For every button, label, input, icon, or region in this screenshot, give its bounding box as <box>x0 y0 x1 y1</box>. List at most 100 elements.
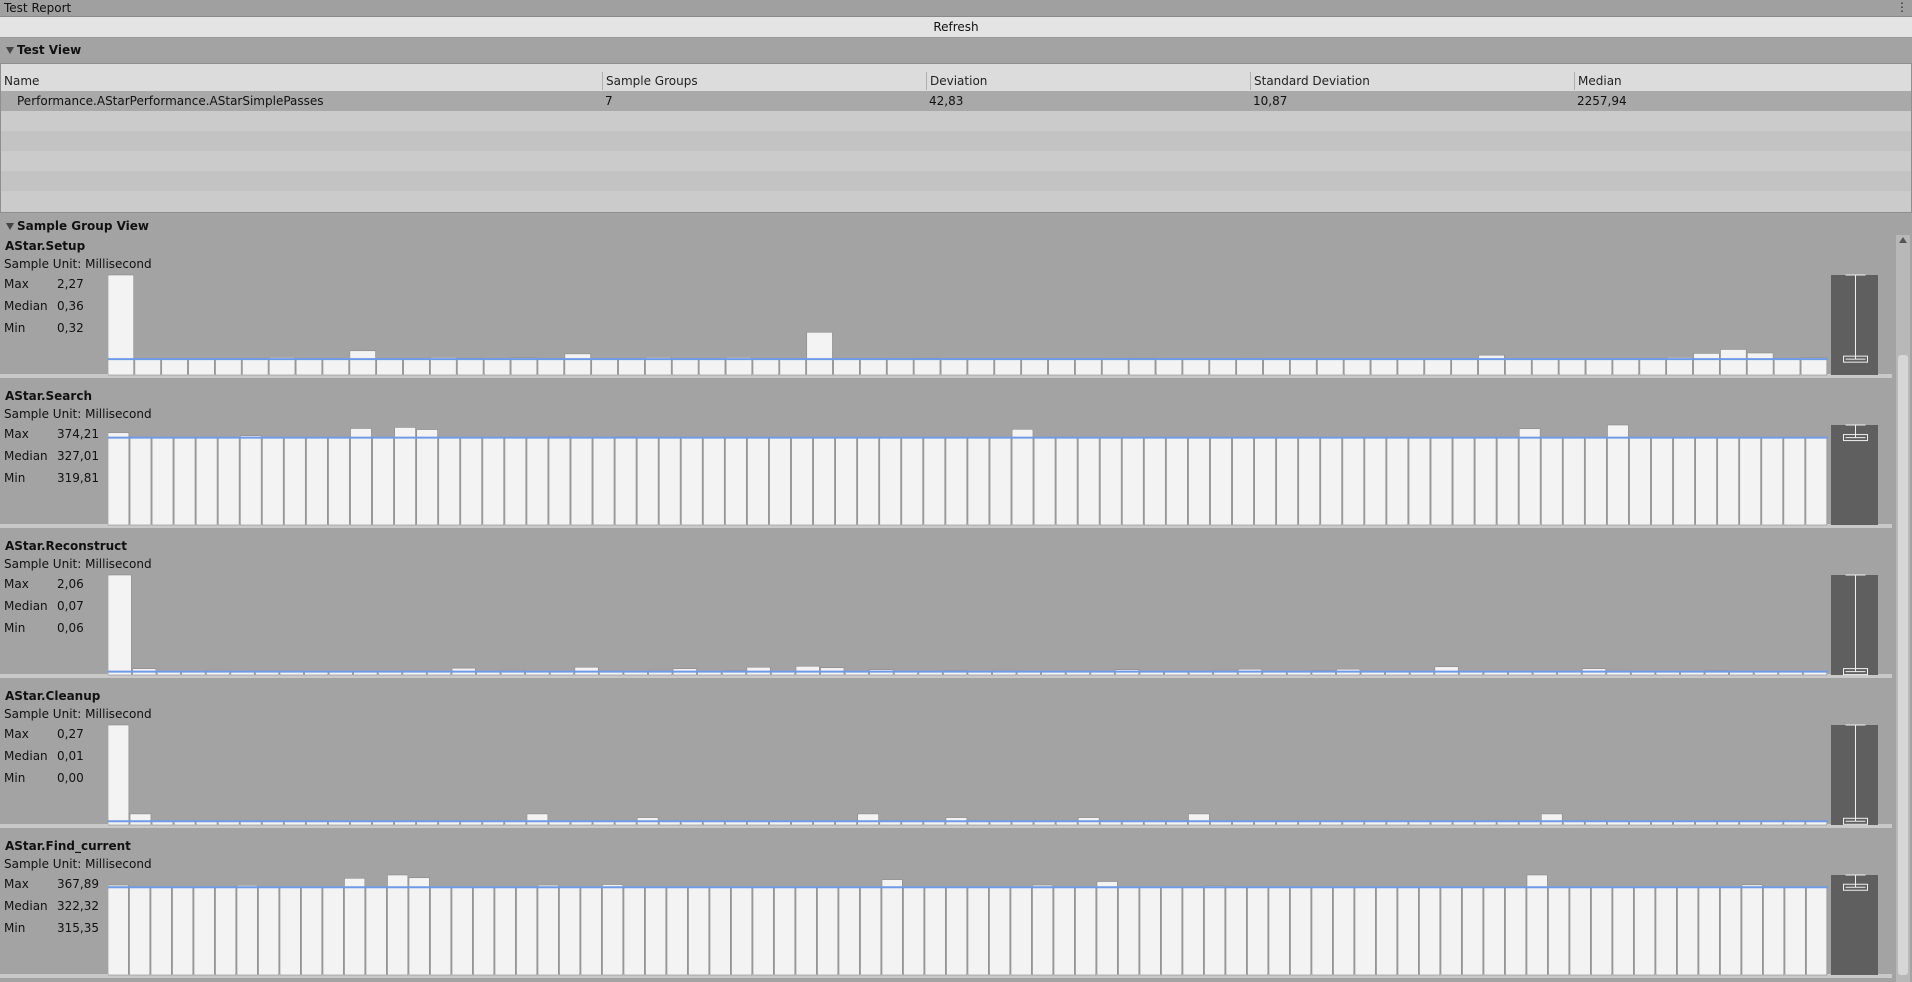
sample-bar[interactable] <box>752 358 779 376</box>
sample-bar[interactable] <box>1462 886 1484 976</box>
sample-bar-chart[interactable] <box>108 686 1878 828</box>
sample-bar[interactable] <box>1496 437 1519 526</box>
sample-bar[interactable] <box>129 437 152 526</box>
sample-bar[interactable] <box>416 429 438 526</box>
sample-bar[interactable] <box>1518 428 1541 526</box>
sample-bar[interactable] <box>240 435 262 526</box>
sample-bar[interactable] <box>946 886 968 976</box>
sample-bar[interactable] <box>516 886 538 976</box>
sample-bar[interactable] <box>1161 886 1183 976</box>
sample-bar[interactable] <box>1607 424 1629 526</box>
sample-bar[interactable] <box>1100 437 1122 526</box>
sample-bar[interactable] <box>284 437 306 526</box>
sample-bar[interactable] <box>1033 437 1056 526</box>
sample-bar[interactable] <box>1139 886 1161 976</box>
sample-bar[interactable] <box>1800 357 1828 376</box>
sample-bar[interactable] <box>731 886 753 976</box>
sample-bar[interactable] <box>1102 358 1129 376</box>
sample-bar[interactable] <box>1254 437 1276 526</box>
sample-bar[interactable] <box>559 886 581 976</box>
sample-bar[interactable] <box>1720 886 1742 976</box>
sample-bar[interactable] <box>1747 352 1774 376</box>
sample-bar[interactable] <box>1232 437 1254 526</box>
sample-bar[interactable] <box>1569 886 1591 976</box>
sample-bar[interactable] <box>1548 886 1570 976</box>
sample-bar[interactable] <box>1182 886 1204 976</box>
sample-bar[interactable] <box>1053 886 1075 976</box>
column-header-standard-deviation[interactable]: Standard Deviation <box>1250 72 1572 90</box>
sample-bar[interactable] <box>1717 437 1739 526</box>
sample-bar[interactable] <box>1010 886 1032 976</box>
sample-bar[interactable] <box>1075 886 1097 976</box>
sample-bar[interactable] <box>504 437 527 526</box>
sample-bar[interactable] <box>1505 886 1527 976</box>
column-header-name[interactable]: Name <box>1 72 599 90</box>
sample-bar[interactable] <box>1591 886 1613 976</box>
sample-bar[interactable] <box>1541 437 1563 526</box>
sample-bar[interactable] <box>1408 437 1431 526</box>
sample-bar[interactable] <box>967 886 989 976</box>
sample-bar[interactable] <box>1096 881 1118 976</box>
sample-bar[interactable] <box>161 358 188 376</box>
sample-bar[interactable] <box>1343 358 1371 376</box>
sample-bar[interactable] <box>1651 437 1673 526</box>
sample-bar[interactable] <box>403 358 430 376</box>
sample-bar[interactable] <box>860 886 882 976</box>
sample-bar[interactable] <box>365 886 387 976</box>
sample-bar[interactable] <box>1077 437 1100 526</box>
sample-bar[interactable] <box>602 884 624 976</box>
sample-bar[interactable] <box>258 886 280 976</box>
sample-bar[interactable] <box>430 886 452 976</box>
sample-bar[interactable] <box>344 877 366 976</box>
sample-bar[interactable] <box>537 358 564 376</box>
sample-bar[interactable] <box>1247 886 1269 976</box>
sample-bar[interactable] <box>857 813 879 826</box>
sample-bar[interactable] <box>833 358 860 376</box>
sample-bar[interactable] <box>457 357 484 376</box>
sample-bar[interactable] <box>580 886 602 976</box>
sample-bar[interactable] <box>473 886 495 976</box>
sample-bar[interactable] <box>1317 358 1344 376</box>
sample-bar[interactable] <box>151 437 174 526</box>
sample-bar[interactable] <box>857 437 879 526</box>
sample-bar[interactable] <box>1210 437 1232 526</box>
sample-bar[interactable] <box>791 437 813 526</box>
sample-bar[interactable] <box>658 437 681 526</box>
sample-bar[interactable] <box>1225 886 1247 976</box>
sample-bar[interactable] <box>752 886 774 976</box>
scroll-up-arrow-icon[interactable] <box>1899 237 1907 243</box>
sample-bar[interactable] <box>1376 886 1398 976</box>
sample-bar[interactable] <box>1805 437 1828 526</box>
sample-bar[interactable] <box>1720 349 1747 376</box>
sample-bar[interactable] <box>350 428 372 526</box>
sample-bar[interactable] <box>1430 437 1453 526</box>
column-header-deviation[interactable]: Deviation <box>926 72 1248 90</box>
sample-bar[interactable] <box>1612 886 1634 976</box>
sample-bar[interactable] <box>1474 437 1497 526</box>
sample-bar[interactable] <box>1784 886 1806 976</box>
sample-bar[interactable] <box>1386 437 1409 526</box>
sample-bar[interactable] <box>217 437 240 526</box>
sample-group-view-header[interactable]: Sample Group View <box>0 216 1912 236</box>
column-header-sample-groups[interactable]: Sample Groups <box>602 72 924 90</box>
sample-bar[interactable] <box>526 437 549 526</box>
sample-bar[interactable] <box>129 813 152 826</box>
sample-bar[interactable] <box>526 813 549 826</box>
sample-bar[interactable] <box>774 886 796 976</box>
sample-bar[interactable] <box>108 574 132 676</box>
sample-bar[interactable] <box>1563 437 1585 526</box>
sample-bar[interactable] <box>623 886 645 976</box>
sample-bar[interactable] <box>698 358 726 376</box>
sample-bar[interactable] <box>1424 358 1451 376</box>
sample-bar[interactable] <box>835 437 857 526</box>
sample-bar[interactable] <box>1695 437 1717 526</box>
sample-bar[interactable] <box>134 358 161 376</box>
sample-bar[interactable] <box>806 331 833 376</box>
sample-bar[interactable] <box>193 886 215 976</box>
sample-bar[interactable] <box>482 437 505 526</box>
sample-bar[interactable] <box>215 358 242 376</box>
sample-bar[interactable] <box>1558 358 1586 376</box>
sample-bar[interactable] <box>394 427 416 526</box>
sample-bar[interactable] <box>795 886 817 976</box>
sample-bar[interactable] <box>989 886 1011 976</box>
